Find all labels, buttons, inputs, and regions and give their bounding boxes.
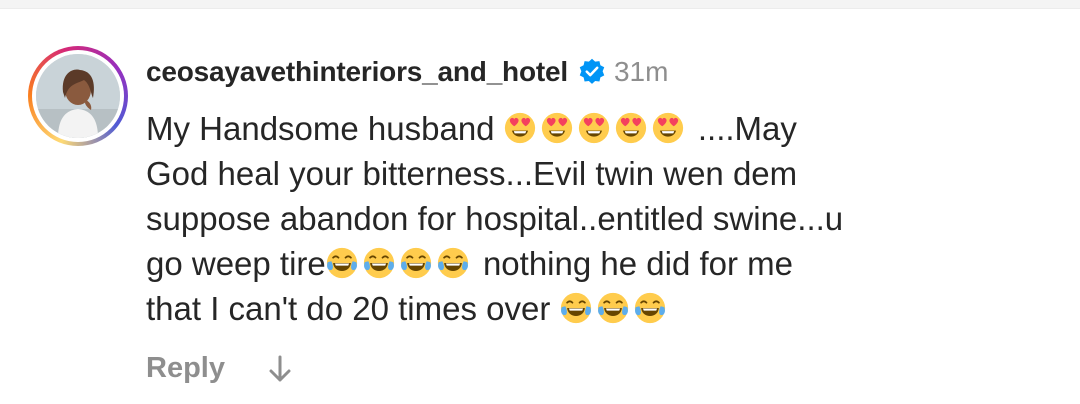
- heart-eyes-emoji-icon: [578, 110, 610, 144]
- comment-text-segment: suppose abandon for hospital..entitled s…: [146, 200, 844, 237]
- avatar[interactable]: [28, 46, 128, 146]
- reply-button[interactable]: Reply: [146, 352, 225, 385]
- timestamp: 31m: [613, 56, 669, 87]
- verified-badge-icon: [578, 58, 606, 86]
- tears-of-joy-emoji-icon: [597, 290, 629, 324]
- comment-text-segment: ....May: [688, 110, 797, 147]
- username[interactable]: ceosayavethinteriors_and_hotel: [146, 56, 568, 88]
- heart-eyes-emoji-icon: [615, 110, 647, 144]
- comment-text-segment: go weep tire: [146, 245, 326, 282]
- arrow-down-icon[interactable]: [267, 354, 293, 384]
- profile-photo: [36, 54, 120, 138]
- heart-eyes-emoji-icon: [541, 110, 573, 144]
- heart-eyes-emoji-icon: [652, 110, 684, 144]
- comment-line: that I can't do 20 times over: [146, 286, 1046, 331]
- tears-of-joy-emoji-icon: [400, 245, 432, 279]
- tears-of-joy-emoji-icon: [560, 290, 592, 324]
- comment-text-segment: that I can't do 20 times over: [146, 290, 560, 327]
- tears-of-joy-emoji-icon: [363, 245, 395, 279]
- comment-header: ceosayavethinteriors_and_hotel 31m: [146, 54, 668, 90]
- comment-text-segment: My Handsome husband: [146, 110, 504, 147]
- comment: ceosayavethinteriors_and_hotel 31m My Ha…: [0, 8, 1080, 404]
- tears-of-joy-emoji-icon: [437, 245, 469, 279]
- comment-line: go weep tire nothing he did for me: [146, 241, 1046, 286]
- comment-actions: Reply: [146, 352, 293, 385]
- comment-text: My Handsome husband ....May God heal your…: [146, 106, 1046, 331]
- comment-line: suppose abandon for hospital..entitled s…: [146, 196, 1046, 241]
- comment-line: God heal your bitterness...Evil twin wen…: [146, 151, 1046, 196]
- comment-text-segment: God heal your bitterness...Evil twin wen…: [146, 155, 798, 192]
- comment-line: My Handsome husband ....May: [146, 106, 1046, 151]
- tears-of-joy-emoji-icon: [634, 290, 666, 324]
- tears-of-joy-emoji-icon: [326, 245, 358, 279]
- heart-eyes-emoji-icon: [504, 110, 536, 144]
- comment-text-segment: nothing he did for me: [473, 245, 793, 282]
